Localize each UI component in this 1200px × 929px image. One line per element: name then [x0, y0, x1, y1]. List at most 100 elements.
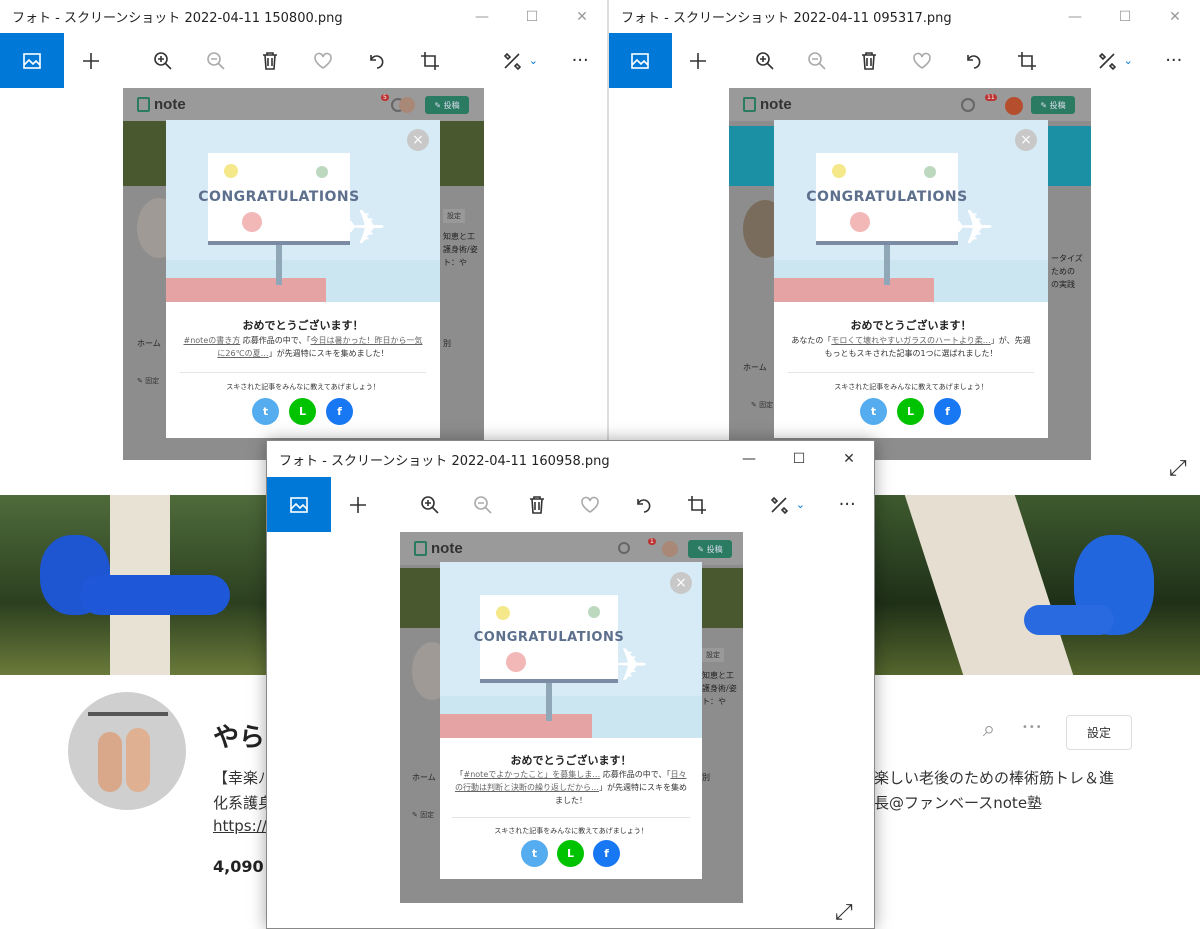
congrats-modal: CONGRATULATIONS ✈ × おめでとうございます！ 「#noteでよ…: [440, 562, 702, 879]
minimize-button[interactable]: —: [457, 0, 507, 33]
rotate-icon[interactable]: [617, 477, 671, 532]
window-title: フォト - スクリーンショット 2022-04-11 160958.png: [279, 453, 610, 469]
maximize-button[interactable]: ☐: [774, 441, 824, 477]
settings-button[interactable]: 設定: [1066, 715, 1132, 750]
delete-icon[interactable]: [510, 477, 564, 532]
image-icon[interactable]: [0, 33, 65, 88]
profile-bio-right-2: 長@ファンベースnote塾: [874, 794, 1043, 812]
post-button[interactable]: ✎ 投稿: [1031, 96, 1075, 114]
expand-icon[interactable]: ⤢: [1169, 456, 1187, 481]
photos-window-right: フォト - スクリーンショット 2022-04-11 095317.png — …: [609, 0, 1200, 495]
chevron-down-icon[interactable]: ⌄: [1124, 54, 1133, 67]
chevron-down-icon[interactable]: ⌄: [529, 54, 538, 67]
modal-close-button[interactable]: ×: [407, 129, 429, 151]
twitter-share-button[interactable]: t: [521, 840, 548, 867]
profile-bio-right: 楽しい老後のための棒術筋トレ＆進: [874, 769, 1115, 787]
congrats-heading: おめでとうございます！: [850, 319, 972, 332]
edit-icon[interactable]: ⌄: [1081, 33, 1148, 88]
modal-close-button[interactable]: ×: [670, 572, 692, 594]
note-logo: note: [743, 96, 792, 113]
congrats-message: #noteの書き方 応募作品の中で、「今日は暑かった！昨日から一気に26℃の夏……: [183, 336, 423, 358]
zoom-in-icon[interactable]: [403, 477, 457, 532]
share-prompt: スキされた記事をみんなに教えてあげましょう！: [834, 383, 988, 391]
profile-bio-left: 【幸楽ﾉ: [213, 769, 266, 787]
post-button[interactable]: ✎ 投稿: [688, 540, 732, 558]
congrats-message: 「#noteでよかったこと」を募集しま… 応募作品の中で、「日々の行動は判断と決…: [455, 770, 687, 805]
title-bar: フォト - スクリーンショット 2022-04-11 150800.png — …: [0, 0, 607, 33]
zoom-out-icon[interactable]: [189, 33, 243, 88]
line-share-button[interactable]: L: [289, 398, 316, 425]
favorite-icon[interactable]: [564, 477, 618, 532]
more-options-icon[interactable]: •••: [1022, 722, 1043, 733]
title-bar: フォト - スクリーンショット 2022-04-11 095317.png — …: [609, 0, 1200, 33]
avatar[interactable]: [68, 692, 186, 810]
congrats-modal: CONGRATULATIONS ✈ × おめでとうございます！ あなたの「モロく…: [774, 120, 1048, 438]
title-bar: フォト - スクリーンショット 2022-04-11 160958.png — …: [267, 441, 874, 477]
note-logo: note: [414, 540, 463, 557]
twitter-share-button[interactable]: t: [860, 398, 887, 425]
more-icon[interactable]: ···: [1148, 33, 1200, 88]
expand-icon[interactable]: ⤢: [835, 900, 853, 925]
search-icon[interactable]: ⌕: [976, 717, 1002, 743]
maximize-button[interactable]: ☐: [1100, 0, 1150, 33]
photos-window-front: フォト - スクリーンショット 2022-04-11 160958.png — …: [266, 440, 875, 929]
close-button[interactable]: ✕: [1150, 0, 1200, 33]
rotate-icon[interactable]: [948, 33, 1000, 88]
image-icon[interactable]: [267, 477, 332, 532]
delete-icon[interactable]: [843, 33, 895, 88]
header-image-right: [874, 495, 1200, 675]
more-icon[interactable]: ···: [553, 33, 607, 88]
zoom-in-icon[interactable]: [738, 33, 790, 88]
close-button[interactable]: ✕: [557, 0, 607, 33]
minimize-button[interactable]: —: [1050, 0, 1100, 33]
toolbar: ⌄ ···: [609, 33, 1200, 88]
edit-icon[interactable]: ⌄: [752, 477, 820, 532]
share-prompt: スキされた記事をみんなに教えてあげましょう！: [226, 383, 380, 391]
twitter-share-button[interactable]: t: [252, 398, 279, 425]
window-title: フォト - スクリーンショット 2022-04-11 095317.png: [621, 11, 952, 26]
post-button[interactable]: ✎ 投稿: [425, 96, 469, 114]
crop-icon[interactable]: [404, 33, 458, 88]
toolbar: ⌄ ···: [267, 477, 874, 532]
profile-bio-left-2: 化系護身: [213, 794, 274, 812]
rotate-icon[interactable]: [350, 33, 404, 88]
more-icon[interactable]: ···: [820, 477, 874, 532]
toolbar: ⌄ ···: [0, 33, 607, 88]
facebook-share-button[interactable]: f: [326, 398, 353, 425]
edit-icon[interactable]: ⌄: [485, 33, 553, 88]
congrats-heading: おめでとうございます！: [242, 319, 364, 332]
add-icon[interactable]: [672, 33, 724, 88]
zoom-in-icon[interactable]: [136, 33, 190, 88]
article-link[interactable]: モロくて壊れやすいガラスのハートより柔…: [831, 336, 990, 345]
image-icon[interactable]: [609, 33, 672, 88]
add-icon[interactable]: [64, 33, 118, 88]
minimize-button[interactable]: —: [724, 441, 774, 477]
chevron-down-icon[interactable]: ⌄: [796, 498, 805, 511]
window-title: フォト - スクリーンショット 2022-04-11 150800.png: [12, 11, 343, 26]
modal-close-button[interactable]: ×: [1015, 129, 1037, 151]
congrats-message: あなたの「モロくて壊れやすいガラスのハートより柔…」が、先週もっともスキされた記…: [791, 336, 1031, 358]
zoom-out-icon[interactable]: [791, 33, 843, 88]
zoom-out-icon[interactable]: [456, 477, 510, 532]
add-icon[interactable]: [331, 477, 385, 532]
delete-icon[interactable]: [243, 33, 297, 88]
share-prompt: スキされた記事をみんなに教えてあげましょう！: [494, 827, 648, 835]
maximize-button[interactable]: ☐: [507, 0, 557, 33]
hashtag-link[interactable]: #noteでよかったこと」を募集しま…: [464, 770, 601, 779]
line-share-button[interactable]: L: [897, 398, 924, 425]
profile-link[interactable]: https://: [213, 817, 267, 835]
line-share-button[interactable]: L: [557, 840, 584, 867]
facebook-share-button[interactable]: f: [934, 398, 961, 425]
follower-count: 4,090: [213, 857, 264, 876]
favorite-icon[interactable]: [297, 33, 351, 88]
note-logo: note: [137, 96, 186, 113]
crop-icon[interactable]: [671, 477, 725, 532]
close-button[interactable]: ✕: [824, 441, 874, 477]
hashtag-link[interactable]: #noteの書き方: [184, 336, 241, 345]
photos-window-left: フォト - スクリーンショット 2022-04-11 150800.png — …: [0, 0, 607, 495]
favorite-icon[interactable]: [896, 33, 948, 88]
crop-icon[interactable]: [1000, 33, 1052, 88]
header-image-left: [0, 495, 267, 675]
facebook-share-button[interactable]: f: [593, 840, 620, 867]
profile-name: やらi: [213, 723, 274, 753]
